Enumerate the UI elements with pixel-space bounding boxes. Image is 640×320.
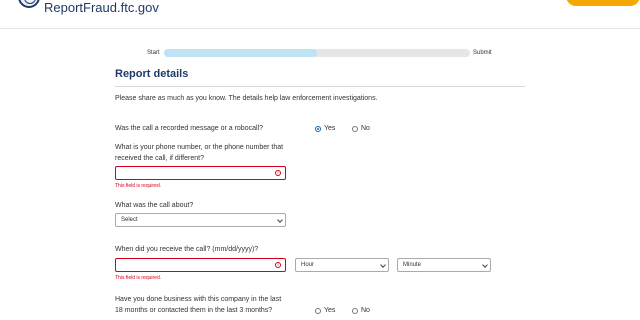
radio-label: No [361,125,370,132]
radio-business-no[interactable]: No [352,307,370,314]
question-phone: What is your phone number, or the phone … [115,144,284,162]
site-title[interactable]: ReportFraud.ftc.gov [44,0,159,16]
chevron-down-icon [277,217,283,223]
error-icon: ! [275,170,281,176]
phone-error: This field is required. [115,183,162,189]
hour-select[interactable]: Hour [295,258,389,272]
radio-label: Yes [324,125,336,132]
site-header: ReportFraud.ftc.gov [0,0,640,29]
chevron-down-icon [482,262,488,268]
radio-button-icon[interactable] [352,125,358,132]
progress-fill [164,49,317,57]
select-value: Minute [403,262,422,268]
radio-button-icon[interactable] [315,125,321,132]
ftc-seal-icon[interactable] [18,0,40,8]
progress-start-label: Start [147,50,160,56]
question-business: Have you done business with this company… [115,296,282,314]
question-about: What was the call about? [115,202,194,209]
intro-text: Please share as much as you know. The de… [115,95,378,102]
question-when: When did you receive the call? (mm/dd/yy… [115,246,259,253]
chevron-down-icon [380,262,386,268]
date-error: This field is required. [115,275,162,281]
radio-label: No [361,307,370,314]
radio-business-yes[interactable]: Yes [315,307,335,314]
question-recorded: Was the call a recorded message or a rob… [115,125,263,132]
select-value: Select [121,217,138,223]
divider [115,86,525,87]
radio-recorded-yes[interactable]: Yes [315,125,335,132]
phone-field[interactable]: ! [115,166,286,180]
select-value: Hour [301,262,315,268]
progress-end-label: Submit [473,50,492,56]
radio-recorded-no[interactable]: No [352,125,370,132]
progress-bar [164,49,470,57]
minute-select[interactable]: Minute [397,258,491,272]
error-icon: ! [275,262,281,268]
radio-label: Yes [324,307,336,314]
radio-button-icon[interactable] [315,307,321,314]
page-title: Report details [115,68,189,80]
call-about-select[interactable]: Select [115,213,286,227]
date-field[interactable]: ! [115,258,286,272]
header-action-button[interactable] [566,0,640,6]
radio-button-icon[interactable] [352,307,358,314]
